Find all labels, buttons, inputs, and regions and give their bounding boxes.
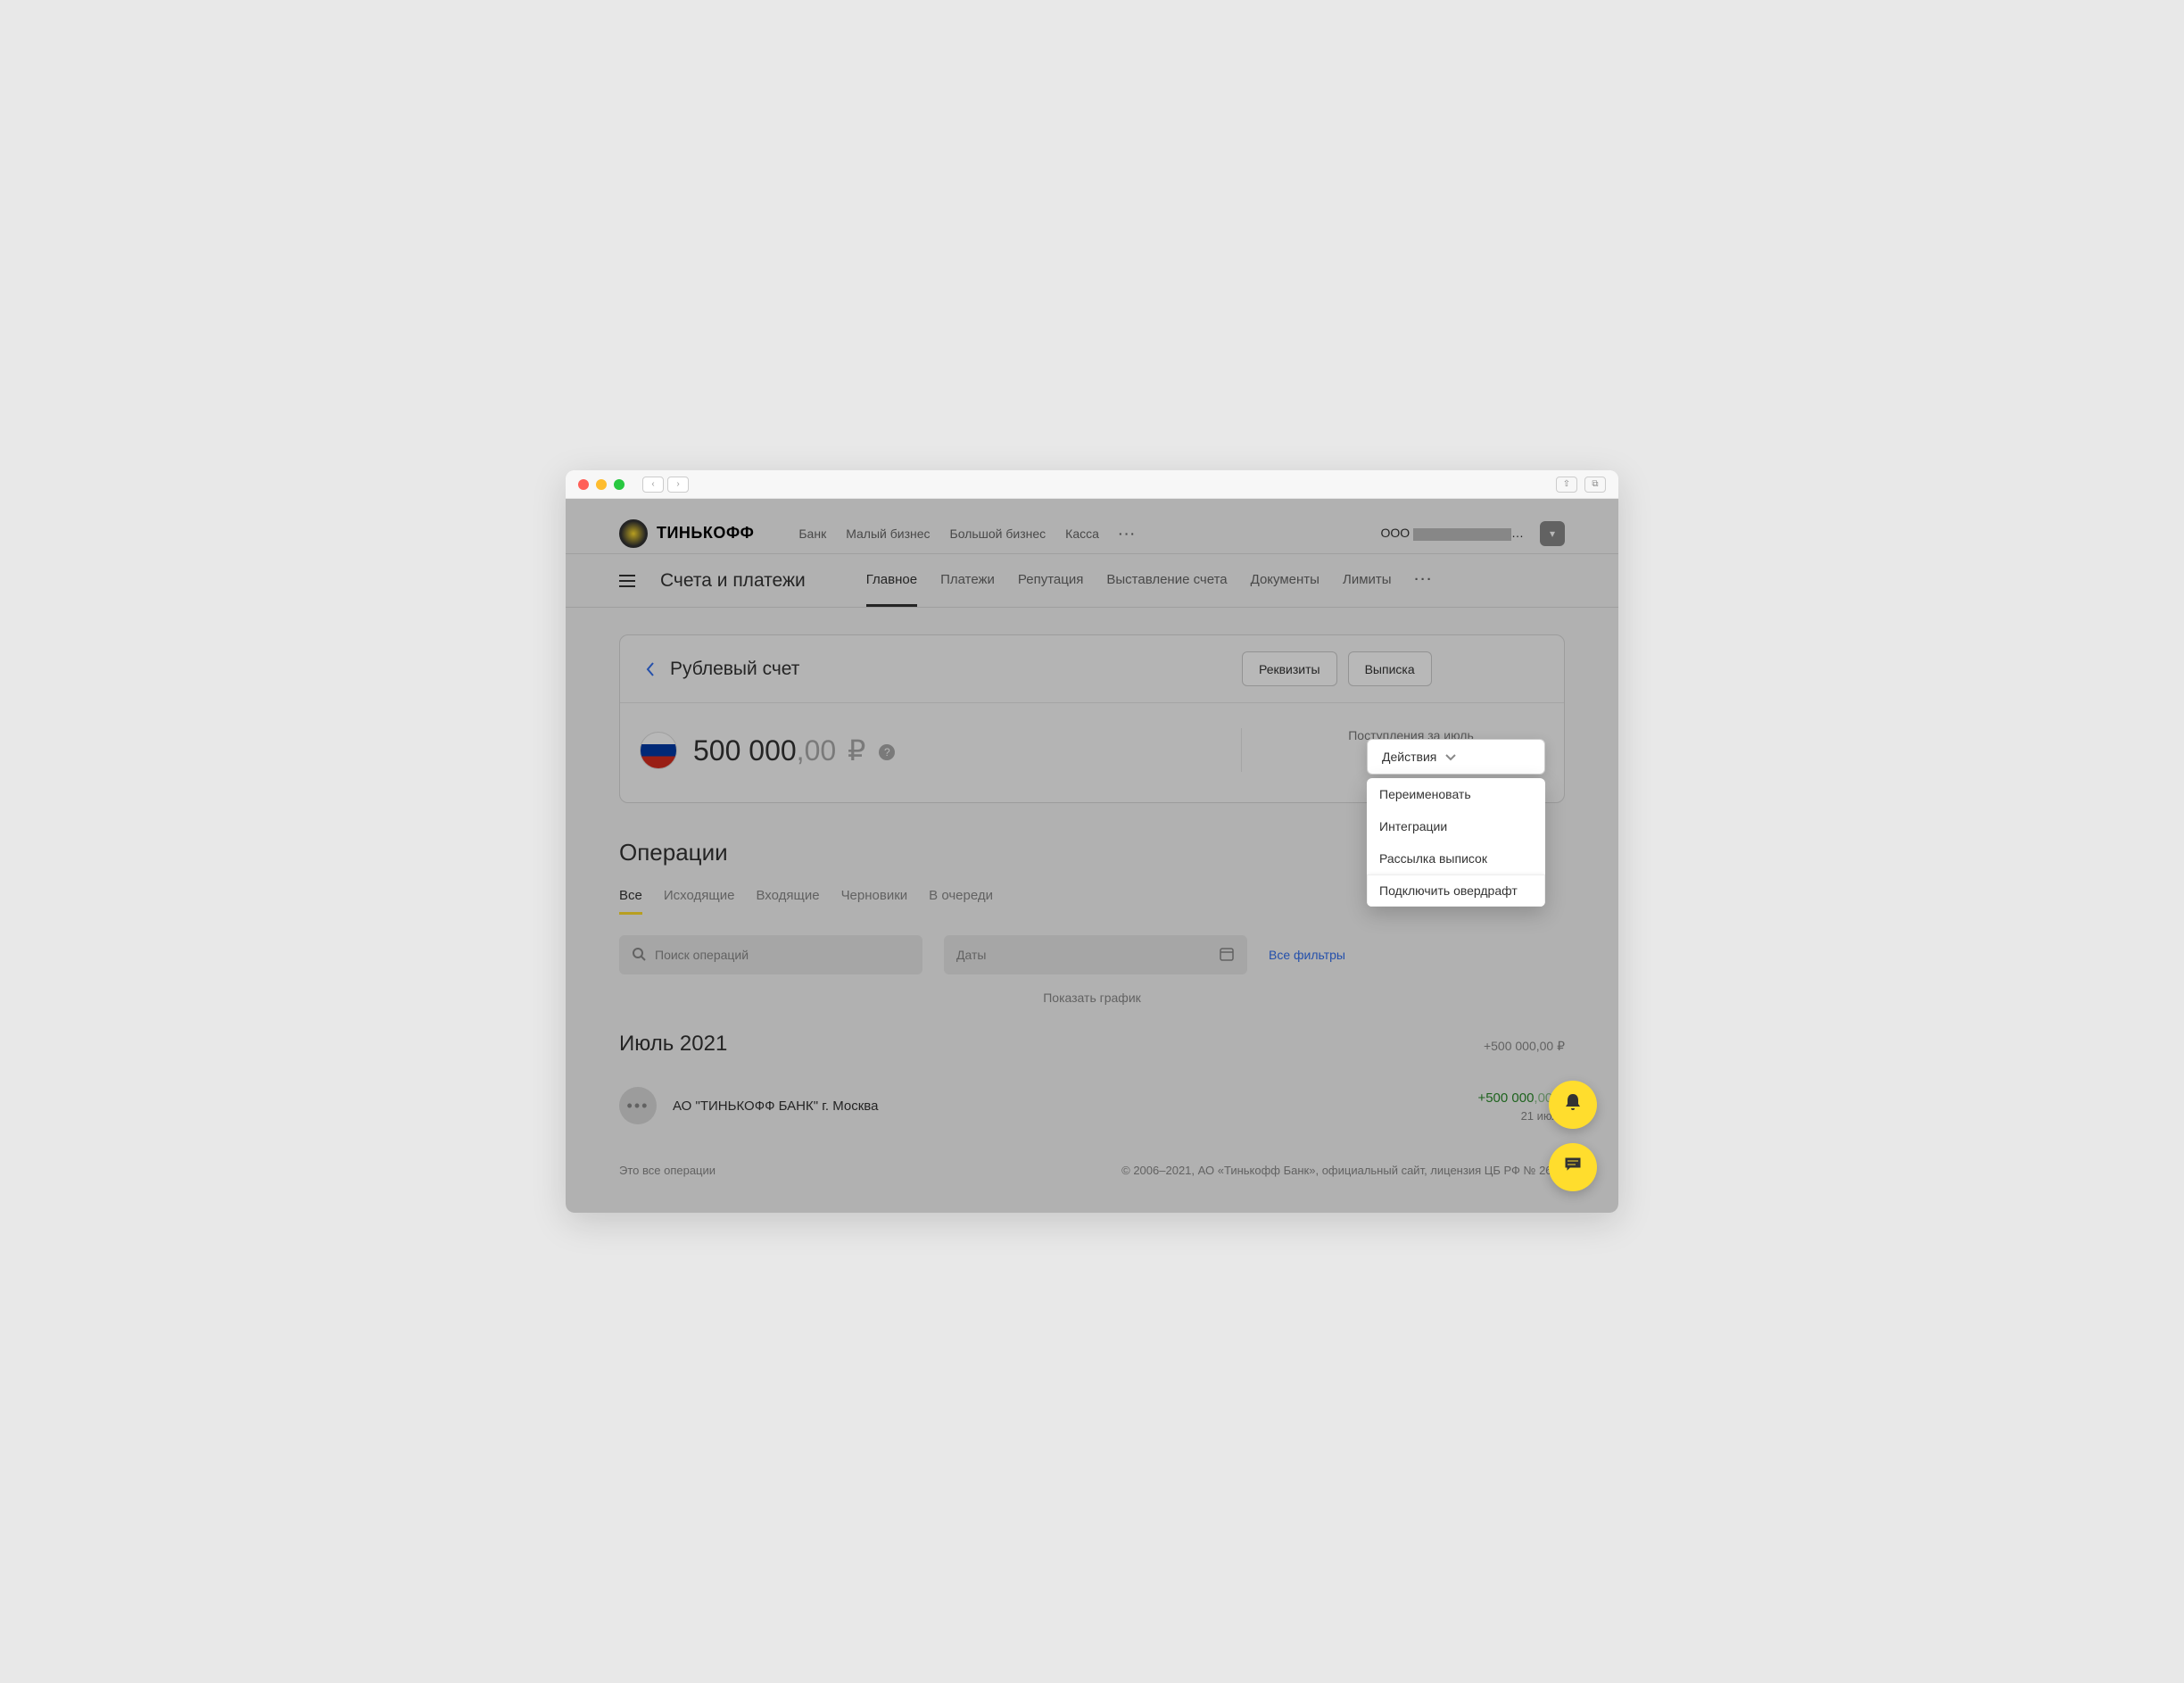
back-icon[interactable] xyxy=(640,659,661,680)
subnav-tab-main[interactable]: Главное xyxy=(866,554,917,607)
account-balance: 500 000,00 ₽ ? xyxy=(693,734,895,767)
calendar-icon xyxy=(1219,946,1235,965)
end-of-list-label: Это все операции xyxy=(619,1164,716,1177)
action-integrations[interactable]: Интеграции xyxy=(1367,810,1545,842)
subnav-tab-payments[interactable]: Платежи xyxy=(940,554,995,607)
account-title: Рублевый счет xyxy=(670,659,799,680)
company-prefix: ООО xyxy=(1380,526,1410,540)
search-icon xyxy=(632,947,646,964)
menu-burger-icon[interactable] xyxy=(619,575,635,587)
actions-dropdown-button[interactable]: Действия xyxy=(1367,739,1545,775)
action-connect-overdraft[interactable]: Подключить овердрафт xyxy=(1367,875,1545,907)
requisites-button[interactable]: Реквизиты xyxy=(1242,651,1337,686)
window-zoom-icon[interactable] xyxy=(614,479,625,490)
ops-tab-incoming[interactable]: Входящие xyxy=(756,888,819,915)
sub-navigation: Счета и платежи Главное Платежи Репутаци… xyxy=(566,554,1618,608)
date-input[interactable]: Даты xyxy=(944,935,1247,974)
notifications-fab[interactable] xyxy=(1549,1081,1597,1129)
month-header: Июль 2021 xyxy=(619,1032,727,1057)
page-section-title: Счета и платежи xyxy=(660,570,806,592)
brand-logo[interactable]: ТИНЬКОФФ xyxy=(619,519,754,548)
search-input[interactable]: Поиск операций xyxy=(619,935,922,974)
topnav-link-small-biz[interactable]: Малый бизнес xyxy=(846,526,930,541)
actions-dropdown-menu: Переименовать Интеграции Рассылка выписо… xyxy=(1367,778,1545,907)
operation-icon: ••• xyxy=(619,1087,657,1124)
subnav-tab-invoice[interactable]: Выставление счета xyxy=(1106,554,1227,607)
subnav-more-icon[interactable]: ··· xyxy=(1415,554,1434,607)
topnav-link-bank[interactable]: Банк xyxy=(798,526,826,541)
nav-back-button[interactable]: ‹ xyxy=(642,477,664,493)
chat-fab[interactable] xyxy=(1549,1143,1597,1191)
nav-forward-button[interactable]: › xyxy=(667,477,689,493)
search-placeholder: Поиск операций xyxy=(655,948,749,962)
ops-tab-queued[interactable]: В очереди xyxy=(929,888,993,915)
top-navigation: ТИНЬКОФФ Банк Малый бизнес Большой бизне… xyxy=(566,499,1618,554)
company-name-redacted xyxy=(1413,528,1511,541)
share-icon[interactable]: ⇧ xyxy=(1556,477,1577,493)
topnav-more-icon[interactable]: ··· xyxy=(1119,526,1137,541)
logo-icon xyxy=(619,519,648,548)
window-close-icon[interactable] xyxy=(578,479,589,490)
all-filters-link[interactable]: Все фильтры xyxy=(1269,948,1345,962)
help-icon[interactable]: ? xyxy=(879,744,895,760)
chevron-down-icon xyxy=(1445,750,1456,764)
show-chart-link[interactable]: Показать график xyxy=(619,991,1565,1005)
footer-legal: © 2006–2021, АО «Тинькофф Банк», официал… xyxy=(1121,1164,1565,1177)
subnav-tab-documents[interactable]: Документы xyxy=(1251,554,1320,607)
statement-button[interactable]: Выписка xyxy=(1348,651,1432,686)
ops-tab-outgoing[interactable]: Исходящие xyxy=(664,888,735,915)
month-sum: +500 000,00 ₽ xyxy=(1484,1039,1565,1054)
window-titlebar: ‹ › ⇧ ⧉ xyxy=(566,470,1618,499)
tabs-icon[interactable]: ⧉ xyxy=(1584,477,1606,493)
profile-dropdown-icon[interactable]: ▾ xyxy=(1540,521,1565,546)
ops-tab-all[interactable]: Все xyxy=(619,888,642,915)
operation-row[interactable]: ••• АО "ТИНЬКОФФ БАНК" г. Москва +500 00… xyxy=(619,1074,1565,1137)
action-statement-mailing[interactable]: Рассылка выписок xyxy=(1367,842,1545,875)
bell-icon xyxy=(1564,1092,1582,1117)
window-minimize-icon[interactable] xyxy=(596,479,607,490)
topnav-link-big-biz[interactable]: Большой бизнес xyxy=(950,526,1046,541)
action-rename[interactable]: Переименовать xyxy=(1367,778,1545,810)
operation-name: АО "ТИНЬКОФФ БАНК" г. Москва xyxy=(673,1099,878,1114)
subnav-tab-reputation[interactable]: Репутация xyxy=(1018,554,1083,607)
ops-tab-drafts[interactable]: Черновики xyxy=(841,888,908,915)
date-placeholder: Даты xyxy=(956,948,986,962)
topnav-link-kassa[interactable]: Касса xyxy=(1065,526,1099,541)
chat-icon xyxy=(1563,1156,1583,1179)
currency-flag-icon xyxy=(640,732,677,769)
brand-name: ТИНЬКОФФ xyxy=(657,524,754,543)
subnav-tab-limits[interactable]: Лимиты xyxy=(1343,554,1392,607)
